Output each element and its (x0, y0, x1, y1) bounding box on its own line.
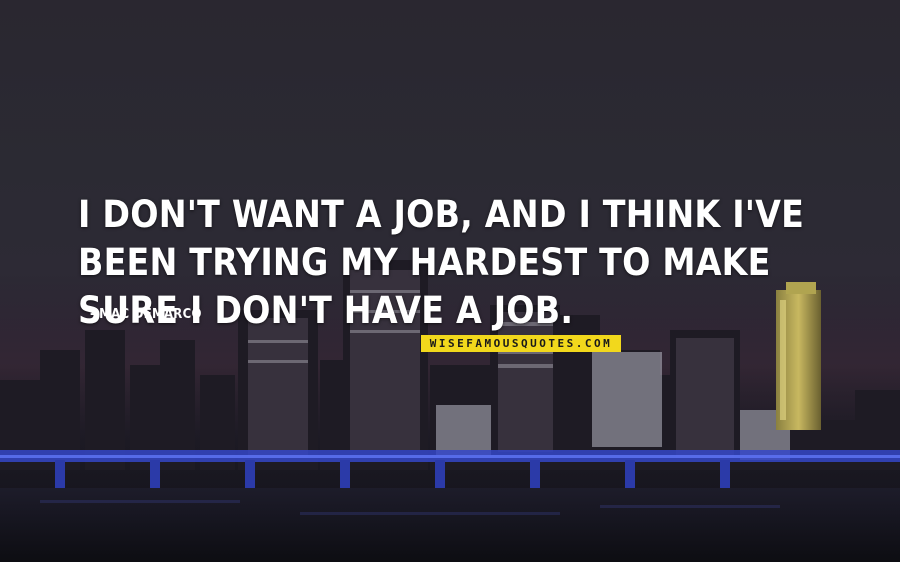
author-prefix: - (90, 307, 96, 322)
author-name: MAC DEMARCO (99, 307, 202, 322)
quote-author: - MAC DEMARCO (90, 307, 202, 322)
quote-image: I DON'T WANT A JOB, AND I THINK I'VE BEE… (0, 0, 900, 562)
site-watermark: WISEFAMOUSQUOTES.COM (421, 335, 621, 352)
